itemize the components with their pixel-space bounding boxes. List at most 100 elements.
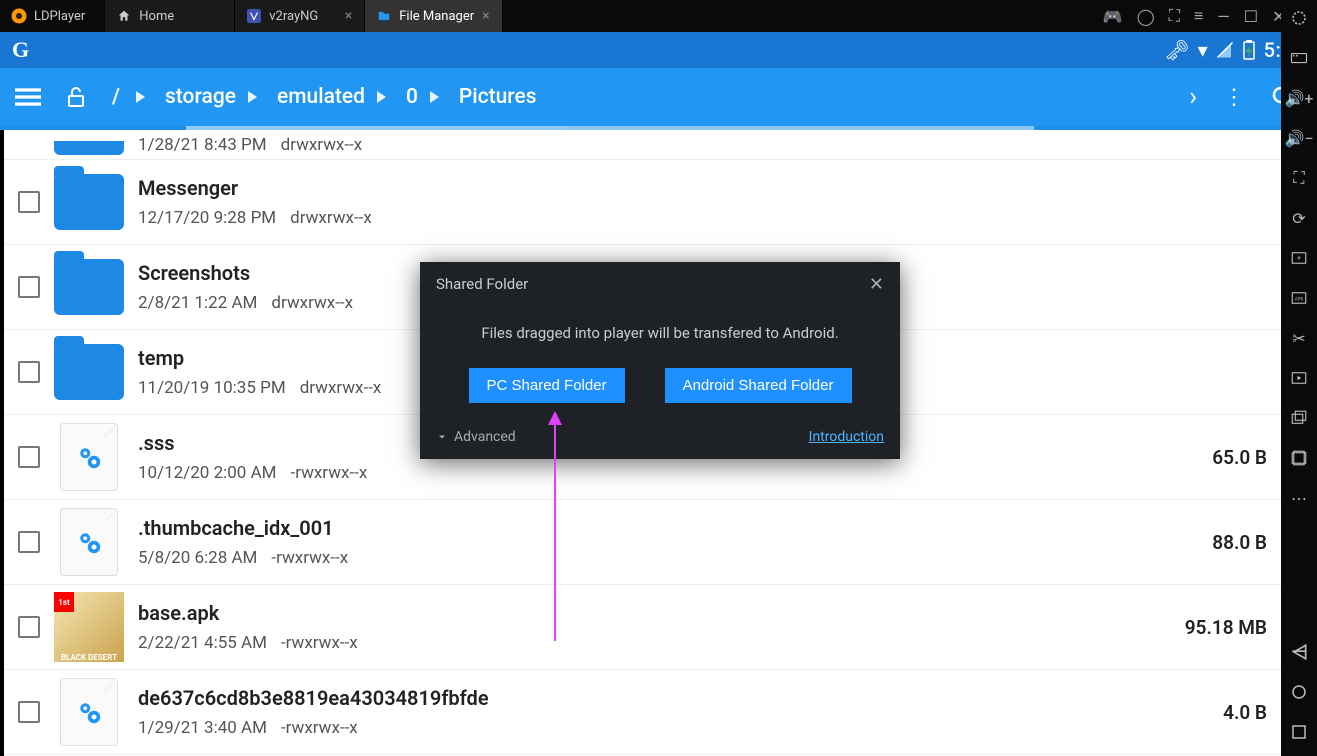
more-icon[interactable]: ⋯ — [1281, 484, 1317, 512]
keyboard-icon[interactable] — [1281, 44, 1317, 72]
chevron-right-icon — [136, 91, 153, 103]
tab-label: File Manager — [399, 9, 474, 24]
shared-folder-dialog: Shared Folder ✕ Files dragged into playe… — [420, 262, 900, 459]
record-icon[interactable] — [1281, 364, 1317, 392]
file-perm: drwxrwx--x — [300, 378, 382, 398]
tab-v2rayng[interactable]: v2rayNG × — [235, 0, 365, 32]
advanced-toggle[interactable]: Advanced — [436, 429, 516, 445]
chevron-down-icon — [436, 431, 448, 443]
operation-recorder-icon[interactable] — [1281, 444, 1317, 472]
list-item[interactable]: de637c6cd8b3e8819ea43034819fbfde 1/29/21… — [4, 670, 1281, 755]
list-item[interactable]: 1/28/21 8:43 PMdrwxrwx--x — [4, 130, 1281, 160]
hamburger-menu-icon[interactable] — [8, 84, 48, 110]
gamepad-icon[interactable]: 🎮 — [1103, 7, 1123, 26]
file-date: 5/8/20 6:28 AM — [138, 548, 257, 568]
file-perm: -rwxrwx--x — [281, 718, 358, 738]
close-icon[interactable]: ✕ — [869, 274, 884, 295]
list-item[interactable]: Messenger 12/17/20 9:28 PMdrwxrwx--x — [4, 160, 1281, 245]
folder-icon — [54, 344, 124, 400]
folder-icon — [377, 9, 391, 23]
overflow-menu-icon[interactable]: ⋮ — [1223, 85, 1245, 110]
file-size: 65.0 B — [1212, 446, 1267, 469]
tab-home[interactable]: Home — [105, 0, 235, 32]
file-name: .thumbcache_idx_001 — [138, 516, 1198, 540]
checkbox[interactable] — [18, 276, 40, 298]
file-perm: -rwxrwx--x — [291, 463, 368, 483]
volume-down-icon[interactable]: 🔊− — [1281, 124, 1317, 152]
breadcrumb: / storage emulated 0 Pictures — [104, 85, 541, 109]
file-size: 95.18 MB — [1185, 616, 1267, 639]
vpn-key-icon: 🗝 — [1164, 38, 1189, 62]
crumb-storage[interactable]: storage — [161, 85, 240, 109]
checkbox[interactable] — [18, 701, 40, 723]
multi-instance-icon[interactable] — [1281, 404, 1317, 432]
chevron-right-icon — [377, 91, 394, 103]
install-apk-icon[interactable]: APK — [1281, 284, 1317, 312]
file-perm: -rwxrwx--x — [281, 633, 358, 653]
forward-icon[interactable] — [1189, 82, 1197, 112]
account-icon[interactable]: ◯ — [1137, 7, 1155, 26]
crumb-root[interactable]: / — [104, 85, 128, 109]
file-name: Messenger — [138, 176, 1267, 200]
crumb-emulated[interactable]: emulated — [273, 85, 369, 109]
checkbox[interactable] — [18, 446, 40, 468]
checkbox[interactable] — [18, 191, 40, 213]
menu-icon[interactable]: ≡ — [1194, 6, 1203, 26]
nav-home-icon[interactable] — [1281, 678, 1317, 706]
file-date: 1/29/21 3:40 AM — [138, 718, 267, 738]
file-size: 4.0 B — [1223, 701, 1267, 724]
app-icon — [247, 9, 261, 23]
checkbox[interactable] — [18, 616, 40, 638]
close-icon[interactable]: × — [482, 8, 489, 24]
settings-icon[interactable] — [1281, 4, 1317, 32]
chevron-right-icon — [430, 91, 447, 103]
wifi-icon: ▾ — [1198, 38, 1208, 62]
sim-icon — [1216, 41, 1234, 59]
file-size: 88.0 B — [1212, 531, 1267, 554]
svg-text:+: + — [1297, 253, 1301, 262]
brand-tab: LDPlayer — [0, 0, 105, 32]
maximize-icon[interactable]: ☐ — [1244, 7, 1258, 26]
minimize-icon[interactable]: — — [1217, 7, 1230, 26]
file-date: 11/20/19 10:35 PM — [138, 378, 286, 398]
emulator-toolbar: 🔊+ 🔊− ⛶ ⟳ + APK ✂ ⋯ — [1281, 0, 1317, 756]
dialog-message: Files dragged into player will be transf… — [440, 324, 880, 342]
fullscreen-icon[interactable]: ⛶ — [1281, 164, 1317, 192]
list-item[interactable]: .thumbcache_idx_001 5/8/20 6:28 AM-rwxrw… — [4, 500, 1281, 585]
file-name: de637c6cd8b3e8819ea43034819fbfde — [138, 686, 1209, 710]
ldplayer-logo-icon — [10, 7, 28, 25]
android-statusbar: G 🗝 ▾ 5:00 — [0, 32, 1317, 68]
checkbox[interactable] — [18, 361, 40, 383]
file-name: base.apk — [138, 601, 1171, 625]
nav-back-icon[interactable] — [1281, 638, 1317, 666]
pc-shared-folder-button[interactable]: PC Shared Folder — [469, 368, 625, 403]
close-icon[interactable]: × — [345, 8, 352, 24]
crumb-pictures[interactable]: Pictures — [455, 85, 541, 109]
file-date: 12/17/20 9:28 PM — [138, 208, 276, 228]
tab-file-manager[interactable]: File Manager × — [365, 0, 502, 32]
tab-label: v2rayNG — [269, 9, 318, 24]
introduction-link[interactable]: Introduction — [809, 429, 884, 445]
folder-icon — [54, 174, 124, 230]
tab-label: Home — [139, 9, 174, 24]
emulator-tabbar: LDPlayer Home v2rayNG × File Manager × 🎮… — [0, 0, 1317, 32]
list-item[interactable]: 1stBLACK DESERT base.apk 2/22/21 4:55 AM… — [4, 585, 1281, 670]
file-icon — [60, 508, 118, 576]
app-toolbar: / storage emulated 0 Pictures ⋮ — [0, 68, 1317, 130]
screenshot-icon[interactable]: ✂ — [1281, 324, 1317, 352]
home-icon — [117, 9, 131, 23]
expand-icon[interactable]: ⛶ — [1169, 6, 1180, 26]
add-window-icon[interactable]: + — [1281, 244, 1317, 272]
file-icon — [60, 678, 118, 746]
android-shared-folder-button[interactable]: Android Shared Folder — [665, 368, 852, 403]
volume-up-icon[interactable]: 🔊+ — [1281, 84, 1317, 112]
svg-text:APK: APK — [1295, 296, 1304, 302]
crumb-0[interactable]: 0 — [402, 85, 422, 109]
checkbox[interactable] — [18, 531, 40, 553]
apk-thumbnail: 1stBLACK DESERT — [54, 592, 124, 662]
file-icon — [60, 423, 118, 491]
sync-icon[interactable]: ⟳ — [1281, 204, 1317, 232]
lock-open-icon[interactable] — [56, 85, 96, 109]
nav-recents-icon[interactable] — [1281, 718, 1317, 746]
annotation-arrow — [554, 413, 556, 641]
